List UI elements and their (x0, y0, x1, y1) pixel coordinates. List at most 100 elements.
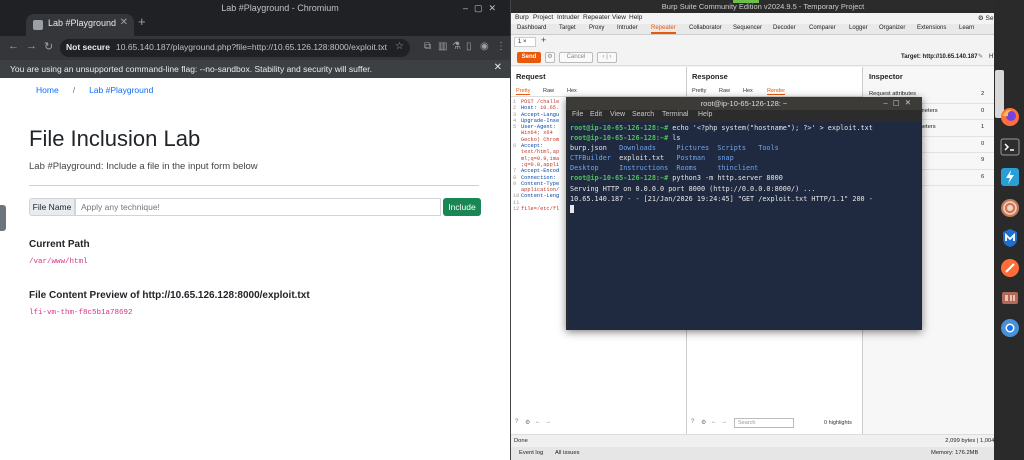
menu-view[interactable]: View (612, 14, 626, 21)
forward-icon[interactable]: → (26, 40, 37, 52)
terminal-window-controls[interactable]: –▢✕ (883, 98, 916, 107)
req-tab-hex[interactable]: Hex (567, 88, 577, 94)
resp-tab-raw[interactable]: Raw (719, 88, 730, 94)
term-menu-edit[interactable]: Edit (590, 111, 602, 118)
tab-collaborator[interactable]: Collaborator (689, 25, 722, 31)
tab-intruder[interactable]: Intruder (617, 25, 638, 31)
terminal-output[interactable]: root@ip-10-65-126-128:~# echo '<?php sys… (568, 122, 922, 330)
term-menu-search[interactable]: Search (632, 111, 654, 118)
line-number: 12 (513, 206, 520, 213)
header-value: POST /challe (521, 99, 560, 105)
history-nav-buttons[interactable]: ‹ | › (597, 52, 617, 63)
file-name-label: File Name (29, 198, 75, 216)
request-view-tabs: Pretty Raw Hex (511, 87, 686, 97)
ls-entry: burp.json (570, 144, 620, 153)
inspector-section-count: 2 (981, 91, 985, 97)
tab-repeater[interactable]: Repeater (651, 25, 676, 34)
resp-tab-pretty[interactable]: Pretty (692, 88, 706, 94)
profile-icon[interactable]: ◉ (480, 41, 489, 52)
add-tab-icon[interactable]: + (541, 35, 546, 45)
menu-intruder[interactable]: Intruder (557, 14, 579, 21)
breadcrumb-home[interactable]: Home (36, 85, 59, 95)
bookmark-star-icon[interactable]: ☆ (395, 41, 404, 52)
menu-project[interactable]: Project (533, 14, 553, 21)
url-text[interactable]: 10.65.140.187/playground.php?file=http:/… (116, 42, 387, 52)
menu-repeater[interactable]: Repeater (583, 14, 610, 21)
burp-suite-icon[interactable] (1000, 167, 1020, 187)
next-icon[interactable]: → (721, 419, 727, 425)
chromium-icon[interactable] (1000, 318, 1020, 338)
cancel-button[interactable]: Cancel (559, 52, 593, 63)
terminal-title-bar: root@ip-10-65-126-128: ~ –▢✕ (566, 97, 922, 110)
reload-icon[interactable]: ↻ (44, 40, 53, 53)
malwarebytes-icon[interactable] (1000, 228, 1020, 248)
cyberchef-icon[interactable] (1000, 198, 1020, 218)
resp-tab-render[interactable]: Render (767, 88, 786, 95)
settings-icon[interactable]: ⚙ (525, 419, 530, 426)
breadcrumb-current[interactable]: Lab #Playground (89, 85, 153, 95)
postman-icon[interactable] (1000, 258, 1020, 278)
extensions-icon[interactable]: ⧉ (424, 41, 431, 52)
new-tab-icon[interactable]: + (138, 14, 146, 29)
ls-entry: CTFBuilder (570, 154, 620, 163)
menu-help[interactable]: Help (629, 14, 642, 21)
tab-sequencer[interactable]: Sequencer (733, 25, 762, 31)
next-icon[interactable]: → (545, 419, 551, 425)
tab-extensions[interactable]: Extensions (917, 25, 946, 31)
side-panel-icon[interactable]: ▯ (466, 41, 472, 52)
address-bar[interactable]: Not secure 10.65.140.187/playground.php?… (60, 39, 410, 57)
header-value: file=/etc/fl (521, 206, 560, 213)
help-icon[interactable]: ? (691, 419, 694, 425)
terminal-icon[interactable] (1000, 137, 1020, 157)
edit-target-icon[interactable]: ✎ (978, 53, 983, 60)
req-tab-raw[interactable]: Raw (543, 88, 554, 94)
term-menu-view[interactable]: View (610, 111, 625, 118)
browser-tab[interactable]: Lab #Playground ✕ (26, 14, 134, 36)
resp-tab-hex[interactable]: Hex (743, 88, 753, 94)
response-search-bar: ? ⚙ ← → Search 0 highlights (687, 418, 862, 430)
help-icon[interactable]: ? (515, 419, 518, 425)
repeater-tab-1[interactable]: 1 × (514, 37, 536, 47)
send-button[interactable]: Send (517, 52, 541, 63)
settings-icon[interactable]: ⚙ (701, 419, 706, 426)
window-controls[interactable]: –▢✕ (463, 3, 502, 14)
tab-logger[interactable]: Logger (849, 25, 868, 31)
terminal-line: Desktop Instructions Rooms thinclient (570, 163, 920, 173)
tab-proxy[interactable]: Proxy (589, 25, 604, 31)
include-button[interactable]: Include (443, 198, 481, 216)
ls-entry: Downloads (619, 144, 677, 153)
flask-icon[interactable]: ⚗ (452, 41, 461, 52)
menu-kebab-icon[interactable]: ⋮ (496, 41, 506, 52)
prev-icon[interactable]: ← (711, 419, 717, 425)
side-handle[interactable] (0, 205, 6, 231)
term-menu-terminal[interactable]: Terminal (662, 111, 688, 118)
term-menu-file[interactable]: File (572, 111, 583, 118)
burp-window-title: Burp Suite Community Edition v2024.9.5 -… (661, 2, 865, 11)
tab-favicon-icon (33, 20, 43, 30)
firefox-icon[interactable] (1000, 107, 1020, 127)
warning-close-icon[interactable]: ✕ (494, 62, 502, 73)
header-name: Connection: (521, 174, 556, 181)
file-name-input[interactable] (75, 198, 441, 216)
binary-icon[interactable] (1000, 288, 1020, 308)
tab-dashboard[interactable]: Dashboard (517, 25, 546, 31)
not-secure-badge[interactable]: Not secure (66, 42, 110, 52)
req-tab-pretty[interactable]: Pretty (516, 88, 531, 95)
back-icon[interactable]: ← (8, 40, 19, 52)
page-subtitle: Lab #Playground: Include a file in the i… (29, 161, 258, 172)
term-menu-help[interactable]: Help (698, 111, 712, 118)
tab-comparer[interactable]: Comparer (809, 25, 836, 31)
sidepanel-icon[interactable]: ▥ (438, 41, 447, 52)
tab-close-icon[interactable]: ✕ (120, 17, 128, 28)
search-input[interactable]: Search (734, 418, 794, 428)
tab-learn[interactable]: Learn (959, 25, 974, 31)
settings-gear-icon[interactable]: ⚙ (545, 52, 555, 63)
tab-decoder[interactable]: Decoder (773, 25, 796, 31)
cursor (570, 204, 574, 213)
all-issues-button[interactable]: All issues (555, 450, 579, 456)
prev-icon[interactable]: ← (535, 419, 541, 425)
tab-target[interactable]: Target (559, 25, 576, 31)
menu-burp[interactable]: Burp (515, 14, 529, 21)
tab-organizer[interactable]: Organizer (879, 25, 905, 31)
event-log-button[interactable]: Event log (519, 450, 543, 456)
